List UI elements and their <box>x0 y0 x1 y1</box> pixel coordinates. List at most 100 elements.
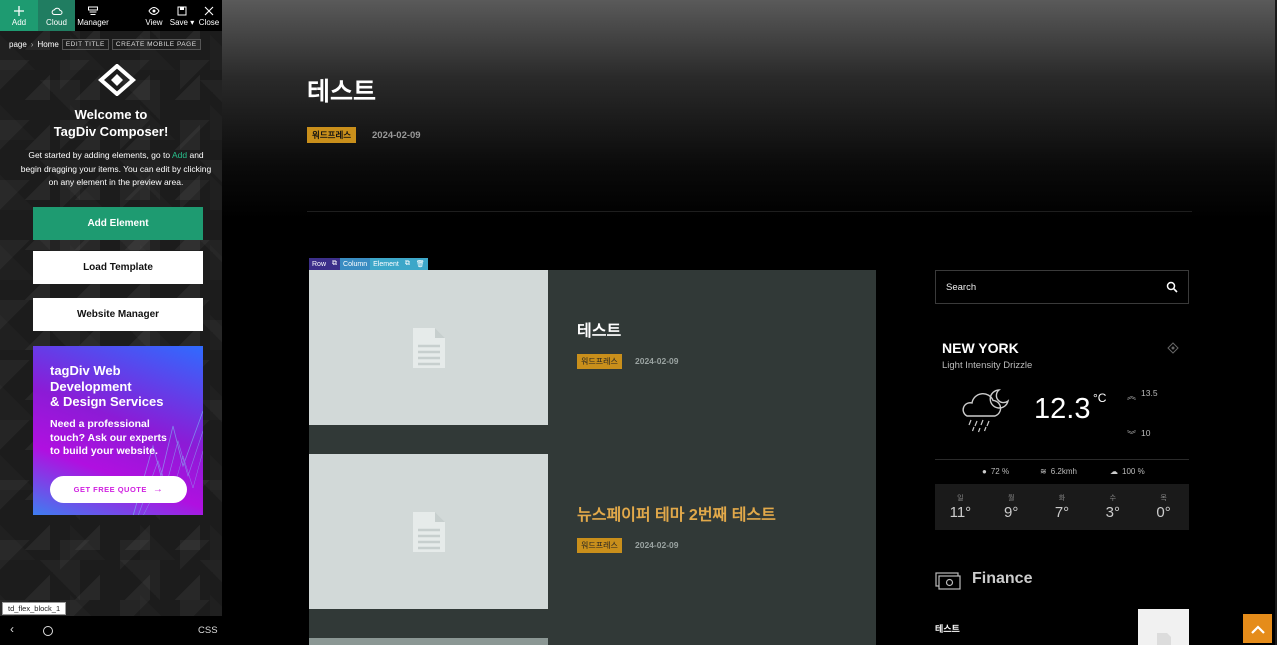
add-link[interactable]: Add <box>172 150 187 160</box>
weather-unit: °C <box>1093 391 1107 405</box>
post-date: 2024-02-09 <box>635 540 679 550</box>
add-button[interactable]: Add <box>0 0 38 31</box>
post-date: 2024-02-09 <box>372 130 421 141</box>
chevron-up-icon <box>1250 624 1265 634</box>
manager-label: Manager <box>77 17 109 27</box>
close-label: Close <box>198 17 220 27</box>
post-date: 2024-02-09 <box>635 356 679 366</box>
document-placeholder-icon <box>1156 633 1171 645</box>
category-badge[interactable]: 워드프레스 <box>577 538 622 553</box>
finance-post-thumbnail[interactable] <box>1138 609 1189 645</box>
post-title[interactable]: 뉴스페이퍼 테마 2번째 테스트 <box>577 501 776 525</box>
tagdiv-logo-icon <box>98 64 136 96</box>
floppy-disk-icon <box>177 6 187 15</box>
view-button[interactable]: View <box>140 0 168 31</box>
element-tag[interactable]: Element <box>370 258 402 270</box>
welcome-description: Get started by adding elements, go to Ad… <box>20 150 212 187</box>
search-icon[interactable] <box>1166 281 1178 293</box>
chevrons-down-icon: ︾ <box>1127 430 1137 440</box>
row-tag[interactable]: Row <box>309 258 330 270</box>
post-thumbnail[interactable] <box>309 454 548 609</box>
breadcrumb-page[interactable]: page <box>9 40 27 49</box>
post-thumbnail[interactable] <box>309 270 548 425</box>
finance-post-title[interactable]: 테스트 <box>935 622 960 635</box>
search-input[interactable] <box>946 279 1146 295</box>
promo-banner[interactable]: tagDiv Web Development & Design Services… <box>33 346 203 515</box>
post-thumbnail[interactable] <box>309 638 548 645</box>
weather-wind: ≋ 6.2kmh <box>1040 467 1077 476</box>
weather-city: NEW YORK <box>942 340 1019 356</box>
plus-icon <box>14 5 24 16</box>
forecast-day: 월 9° <box>1004 495 1019 521</box>
composer-toolbar: Add Cloud Manager View Save ▾ Close <box>0 0 222 31</box>
divider <box>935 459 1189 460</box>
promo-text: Need a professional touch? Ask our exper… <box>50 418 167 457</box>
column-tag[interactable]: Column <box>340 258 371 270</box>
cloud-icon: ☁ <box>1110 467 1118 476</box>
save-label: Save ▾ <box>169 17 195 27</box>
document-placeholder-icon <box>412 327 445 368</box>
edit-title-button[interactable]: EDIT TITLE <box>61 39 109 50</box>
trash-icon[interactable]: 🗑 <box>412 258 428 270</box>
breadcrumb-home[interactable]: Home <box>37 40 58 49</box>
selected-block-tag: td_flex_block_1 <box>2 602 67 615</box>
website-manager-button[interactable]: Website Manager <box>33 298 203 331</box>
forecast-day: 수 3° <box>1105 495 1120 521</box>
category-badge[interactable]: 워드프레스 <box>307 127 357 143</box>
weather-temperature: 12.3 <box>1034 393 1091 425</box>
close-icon <box>204 6 214 15</box>
forecast-day: 화 7° <box>1054 495 1070 521</box>
page-title: 테스트 <box>307 78 377 106</box>
cloud-button[interactable]: Cloud <box>38 0 75 31</box>
copy-icon[interactable]: ⧉ <box>401 258 413 270</box>
view-label: View <box>145 17 163 27</box>
promo-title: tagDiv Web Development & Design Services <box>50 363 164 409</box>
add-label: Add <box>11 17 27 27</box>
cloud-label: Cloud <box>46 17 67 27</box>
breadcrumb-separator: › <box>30 40 34 49</box>
flex-block[interactable]: 테스트 워드프레스 2024-02-09 뉴스페이퍼 테마 2번째 테스트 워드… <box>309 270 876 645</box>
weather-forecast: 일 11° 월 9° 화 7° 수 3° 목 0° <box>935 484 1189 530</box>
cloud-icon <box>51 7 62 15</box>
weather-humidity: ● 72 % <box>982 467 1010 476</box>
finance-heading: Finance <box>972 570 1033 587</box>
circle-icon[interactable] <box>43 626 53 636</box>
copy-icon[interactable]: ⧉ <box>329 258 341 270</box>
chevrons-up-icon: ︽ <box>1127 391 1137 401</box>
document-placeholder-icon <box>412 511 445 552</box>
css-button[interactable]: CSS <box>198 625 218 636</box>
element-edit-tags: Row ⧉ Column Element ⧉ 🗑 <box>309 258 428 270</box>
close-button[interactable]: Close <box>196 0 222 31</box>
category-badge[interactable]: 워드프레스 <box>577 354 622 369</box>
layout-icon <box>88 6 98 15</box>
post-title[interactable]: 테스트 <box>577 317 621 341</box>
load-template-button[interactable]: Load Template <box>33 251 203 284</box>
eye-icon <box>148 6 160 15</box>
save-button[interactable]: Save ▾ <box>168 0 196 31</box>
wind-icon: ≋ <box>1040 467 1047 476</box>
weather-clouds: ☁ 100 % <box>1110 467 1145 476</box>
manager-button[interactable]: Manager <box>75 0 111 31</box>
arrow-right-icon: → <box>152 484 164 495</box>
create-mobile-page-button[interactable]: CREATE MOBILE PAGE <box>111 39 201 50</box>
money-icon <box>935 572 961 590</box>
preview-area: 테스트 워드프레스 2024-02-09 Row ⧉ Column Elemen… <box>222 0 1277 645</box>
weather-description: Light Intensity Drizzle <box>942 360 1033 371</box>
divider <box>307 211 1192 212</box>
location-target-icon[interactable] <box>1167 342 1179 354</box>
weather-high: 13.5 <box>1141 388 1158 398</box>
add-element-button[interactable]: Add Element <box>33 207 203 240</box>
breadcrumb: page › Home EDIT TITLE CREATE MOBILE PAG… <box>9 39 201 50</box>
droplet-icon: ● <box>982 467 987 476</box>
caret-down-icon: ▾ <box>190 17 195 27</box>
chevron-left-icon[interactable]: ‹ <box>10 622 14 636</box>
back-to-top-button[interactable] <box>1243 614 1272 643</box>
search-box <box>935 270 1189 304</box>
forecast-day: 목 0° <box>1156 495 1171 521</box>
forecast-day: 일 11° <box>949 495 972 521</box>
weather-low: 10 <box>1141 428 1151 438</box>
welcome-title: Welcome to TagDiv Composer! <box>53 107 169 139</box>
get-free-quote-button[interactable]: GET FREE QUOTE → <box>50 476 187 503</box>
drizzle-night-icon <box>962 389 1010 433</box>
composer-panel: Add Cloud Manager View Save ▾ Close page… <box>0 0 222 645</box>
